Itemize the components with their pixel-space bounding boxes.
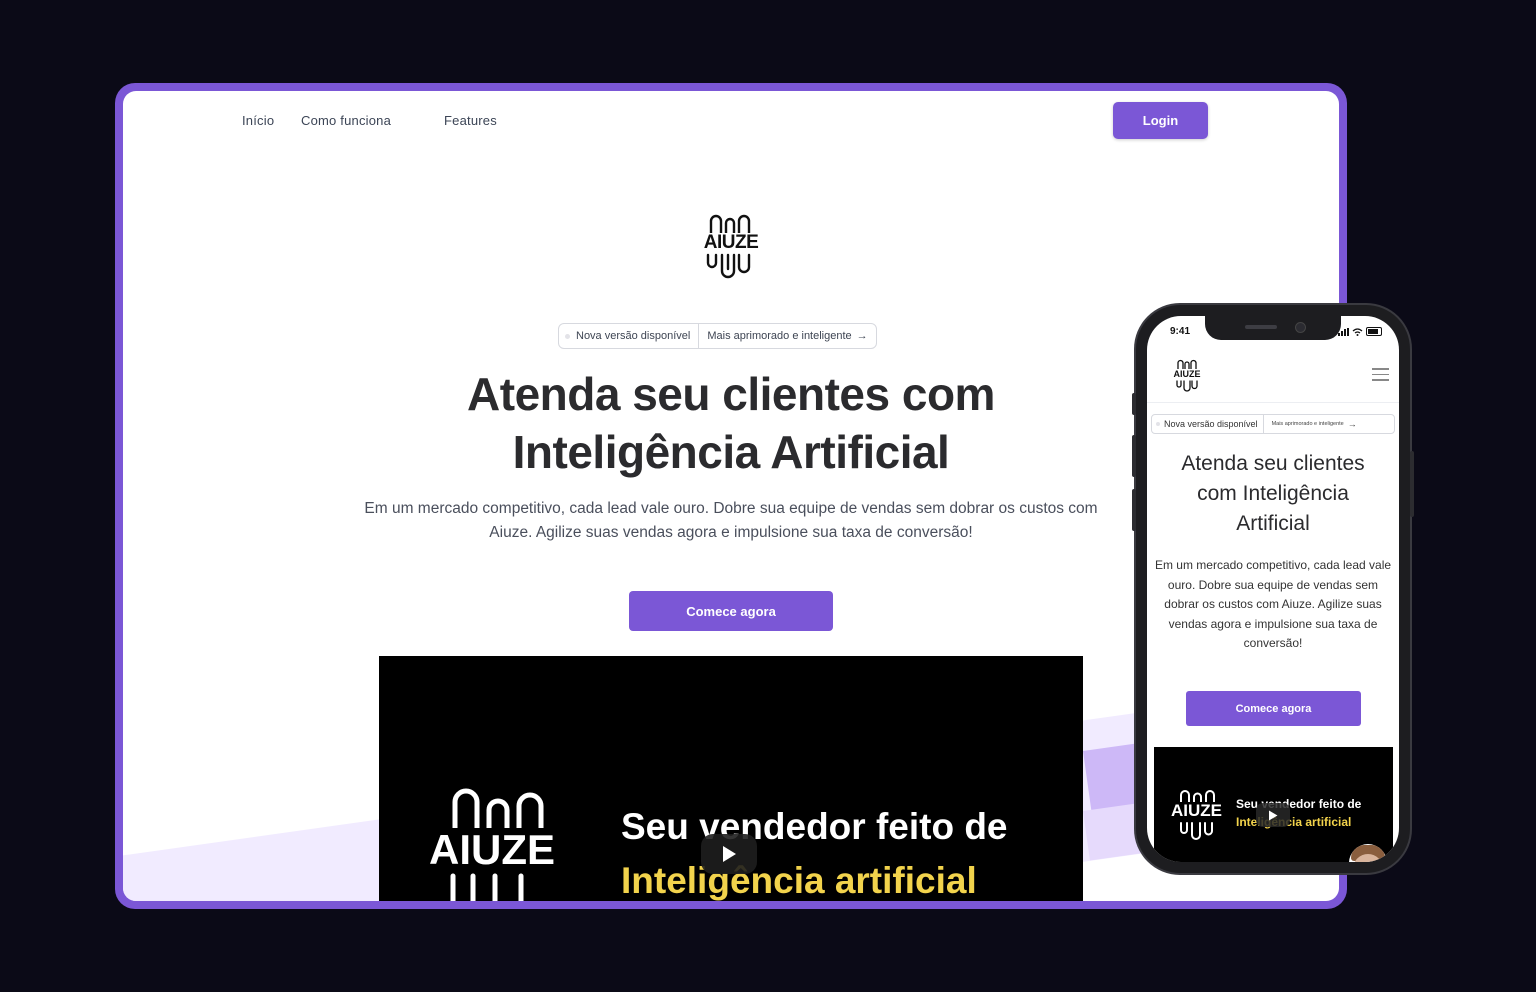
hero-subtitle: Em um mercado competitivo, cada lead val… — [364, 500, 1098, 541]
top-nav: Início Como funciona Features Login — [123, 91, 1339, 151]
logo-wordmark: AIUZE — [695, 233, 767, 253]
mobile-hero-title-line-2: com Inteligência — [1197, 482, 1349, 505]
mobile-aiuze-logo[interactable]: AIUZE — [1170, 358, 1204, 394]
mobile-play-icon — [1269, 810, 1278, 820]
mobile-hero-title-line-1: Atenda seu clientes — [1181, 452, 1365, 475]
hamburger-menu-icon[interactable] — [1372, 368, 1389, 385]
battery-icon — [1366, 327, 1382, 336]
phone-volume-up — [1132, 435, 1136, 477]
announcement-pill[interactable]: Nova versão disponível Mais aprimorado e… — [558, 323, 877, 349]
mobile-announcement-pill[interactable]: Nova versão disponível Mais aprimorado e… — [1151, 414, 1395, 434]
mobile-video-headline-line-1: Seu vendedor feito de — [1236, 797, 1362, 811]
wifi-icon — [1352, 327, 1363, 336]
pill-new-version-label: Nova versão disponível — [576, 330, 691, 342]
mobile-logo-wordmark: AIUZE — [1170, 369, 1204, 379]
play-icon — [723, 846, 736, 862]
phone-screen: 9:41 AIUZE Nova versão disponível Mais a… — [1147, 316, 1399, 862]
mobile-pill-right-segment: Mais aprimorado e inteligente → — [1264, 419, 1357, 429]
mobile-hero-title-line-3: Artificial — [1236, 512, 1310, 535]
phone-notch — [1205, 316, 1341, 340]
video-play-button[interactable] — [701, 834, 757, 874]
status-dot-icon — [565, 333, 570, 339]
avatar — [1349, 844, 1387, 862]
phone-power-button — [1410, 451, 1414, 517]
mobile-promo-video[interactable]: AIUZE Seu vendedor feito de Inteligência… — [1154, 747, 1393, 862]
pill-improved-label: Mais aprimorado e inteligente — [707, 330, 852, 342]
status-bar-time: 9:41 — [1170, 326, 1191, 337]
cellular-signal-icon — [1338, 327, 1349, 336]
nav-link-como-funciona[interactable]: Como funciona — [301, 113, 391, 128]
mobile-video-logo-wordmark: AIUZE — [1171, 801, 1222, 820]
pill-right-segment: Mais aprimorado e inteligente → — [699, 330, 867, 342]
phone-mute-switch — [1132, 393, 1136, 415]
video-headline-line-1: Seu vendedor feito de — [621, 806, 1008, 847]
mobile-hero-subtitle: Em um mercado competitivo, cada lead val… — [1154, 558, 1392, 650]
mobile-video-headline-line-2: Inteligência artificial — [1236, 815, 1352, 829]
nav-link-features[interactable]: Features — [444, 113, 497, 128]
mobile-pill-improved-label: Mais aprimorado e inteligente — [1271, 421, 1344, 427]
arrow-right-icon: → — [856, 330, 868, 342]
video-logo-wordmark: AIUZE — [429, 826, 555, 873]
pill-left-segment: Nova versão disponível — [565, 324, 700, 348]
mobile-pill-new-version-label: Nova versão disponível — [1164, 419, 1258, 429]
phone-mockup-frame: 9:41 AIUZE Nova versão disponível Mais a… — [1132, 305, 1414, 873]
mobile-pill-left-segment: Nova versão disponível — [1152, 415, 1264, 433]
mobile-arrow-right-icon: → — [1347, 419, 1357, 429]
phone-volume-down — [1132, 489, 1136, 531]
nav-link-inicio[interactable]: Início — [242, 113, 274, 128]
speaker-icon — [1245, 325, 1277, 329]
mobile-header: AIUZE — [1147, 350, 1399, 403]
comece-agora-button[interactable]: Comece agora — [629, 591, 833, 631]
promo-video[interactable]: AIUZE Seu vendedor feito de Inteligência… — [379, 656, 1083, 901]
mobile-video-play-button[interactable] — [1256, 803, 1290, 827]
aiuze-logo: AIUZE — [695, 209, 767, 285]
mobile-status-dot-icon — [1156, 422, 1160, 426]
mobile-hero-title: Atenda seu clientes com Inteligência Art… — [1147, 449, 1399, 539]
camera-icon — [1295, 322, 1306, 333]
mobile-comece-agora-button[interactable]: Comece agora — [1186, 691, 1361, 726]
video-headline-line-2: Inteligência artificial — [621, 860, 977, 901]
login-button[interactable]: Login — [1113, 102, 1208, 139]
status-bar-icons — [1338, 327, 1382, 336]
